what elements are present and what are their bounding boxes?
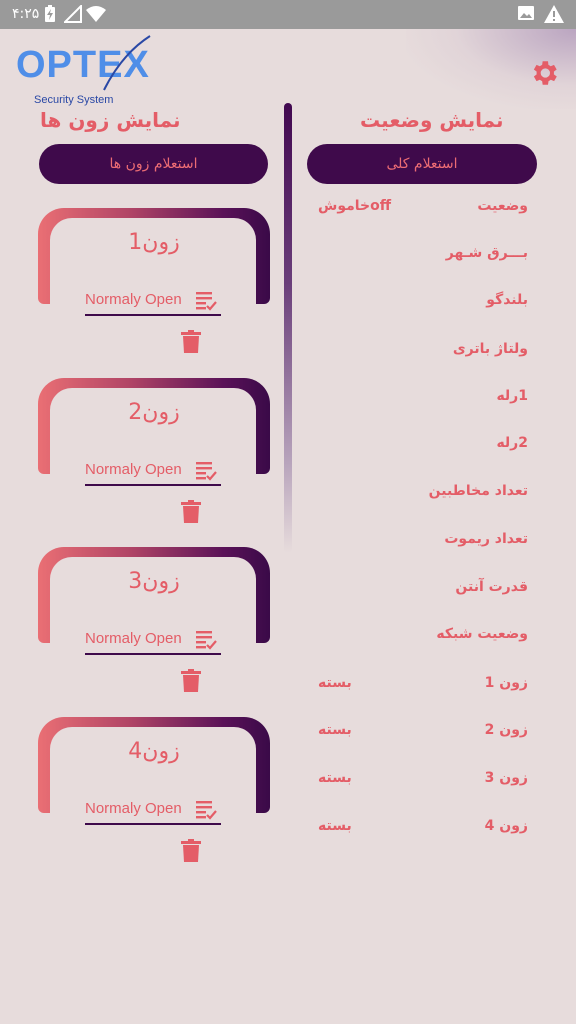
warning-icon bbox=[544, 5, 564, 23]
status-row-label: بـــرق شـهر bbox=[445, 245, 528, 261]
status-row-label: زون 3 bbox=[484, 770, 528, 786]
status-row: وضعیت شبکه bbox=[300, 624, 530, 650]
signal-icon bbox=[64, 5, 82, 23]
status-row: تعداد ریموت bbox=[300, 529, 530, 555]
status-row: زون 2 بسته bbox=[300, 720, 530, 746]
status-row-value: بسته bbox=[318, 818, 352, 834]
logo-subtitle: Security System bbox=[34, 94, 114, 106]
status-row-label: ولتاژ باتری bbox=[452, 341, 528, 357]
wifi-icon bbox=[86, 6, 106, 22]
status-row-value: بسته bbox=[318, 675, 352, 691]
trash-icon[interactable] bbox=[181, 330, 201, 354]
list-check-icon[interactable] bbox=[195, 290, 217, 312]
zones-inquiry-button[interactable]: استعلام زون ها bbox=[39, 144, 268, 184]
status-row: بـــرق شـهر bbox=[300, 243, 530, 269]
zone-mode-value: Normaly Open bbox=[85, 800, 182, 817]
status-row-value: بسته bbox=[318, 722, 352, 738]
zone-mode-value: Normaly Open bbox=[85, 461, 182, 478]
general-inquiry-button[interactable]: استعلام کلی bbox=[307, 144, 537, 184]
zones-panel-title: نمایش زون ها bbox=[40, 108, 181, 132]
zone-mode-value: Normaly Open bbox=[85, 630, 182, 647]
status-time: ۴:۲۵ bbox=[12, 6, 40, 22]
status-row: زون 4 بسته bbox=[300, 816, 530, 842]
zone-mode-field[interactable]: Normaly Open bbox=[85, 288, 221, 316]
zone-name: زون4 bbox=[128, 739, 180, 764]
status-row-label: تعداد مخاطبین bbox=[428, 483, 528, 499]
trash-icon[interactable] bbox=[181, 500, 201, 524]
status-row: زون 3 بسته bbox=[300, 768, 530, 794]
zone-mode-field[interactable]: Normaly Open bbox=[85, 627, 221, 655]
status-row-value: offخاموش bbox=[318, 198, 392, 214]
list-check-icon[interactable] bbox=[195, 629, 217, 651]
zone-card: زون3 Normaly Open bbox=[38, 547, 270, 692]
status-row-label: وضعیت bbox=[477, 198, 528, 214]
status-row: وضعیت offخاموش bbox=[300, 196, 530, 222]
zone-card: زون4 Normaly Open bbox=[38, 717, 270, 862]
status-row-label: 2رله bbox=[496, 435, 528, 451]
status-bar: ۴:۲۵ bbox=[0, 0, 576, 29]
list-check-icon[interactable] bbox=[195, 460, 217, 482]
zone-mode-field[interactable]: Normaly Open bbox=[85, 797, 221, 825]
status-panel-title: نمایش وضعیت bbox=[360, 108, 504, 132]
status-row: بلندگو bbox=[300, 290, 530, 316]
status-row-label: زون 2 bbox=[484, 722, 528, 738]
status-row-label: زون 1 bbox=[484, 675, 528, 691]
status-row-label: 1رله bbox=[496, 388, 528, 404]
zone-name: زون1 bbox=[128, 230, 180, 255]
status-row-value: بسته bbox=[318, 770, 352, 786]
panel-divider bbox=[284, 103, 292, 553]
status-row-label: قدرت آنتن bbox=[455, 579, 528, 595]
status-row: 2رله bbox=[300, 433, 530, 459]
logo-swoosh-icon bbox=[103, 35, 151, 91]
zone-mode-value: Normaly Open bbox=[85, 291, 182, 308]
trash-icon[interactable] bbox=[181, 669, 201, 693]
battery-charging-icon bbox=[45, 5, 55, 22]
status-row: تعداد مخاطبین bbox=[300, 481, 530, 507]
status-row: ولتاژ باتری bbox=[300, 339, 530, 365]
zone-card: زون1 Normaly Open bbox=[38, 208, 270, 353]
gear-icon[interactable] bbox=[528, 57, 560, 89]
optex-logo: OPTEX Security System bbox=[14, 35, 154, 108]
trash-icon[interactable] bbox=[181, 839, 201, 863]
status-row: قدرت آنتن bbox=[300, 577, 530, 603]
zone-card: زون2 Normaly Open bbox=[38, 378, 270, 523]
zone-name: زون3 bbox=[128, 569, 180, 594]
status-row: 1رله bbox=[300, 386, 530, 412]
status-row-label: بلندگو bbox=[486, 292, 528, 308]
zone-name: زون2 bbox=[128, 400, 180, 425]
status-row-label: تعداد ریموت bbox=[444, 531, 528, 547]
status-row-label: وضعیت شبکه bbox=[436, 626, 528, 642]
list-check-icon[interactable] bbox=[195, 799, 217, 821]
status-row-label: زون 4 bbox=[484, 818, 528, 834]
status-row: زون 1 بسته bbox=[300, 673, 530, 699]
image-icon bbox=[518, 6, 534, 20]
zone-mode-field[interactable]: Normaly Open bbox=[85, 458, 221, 486]
